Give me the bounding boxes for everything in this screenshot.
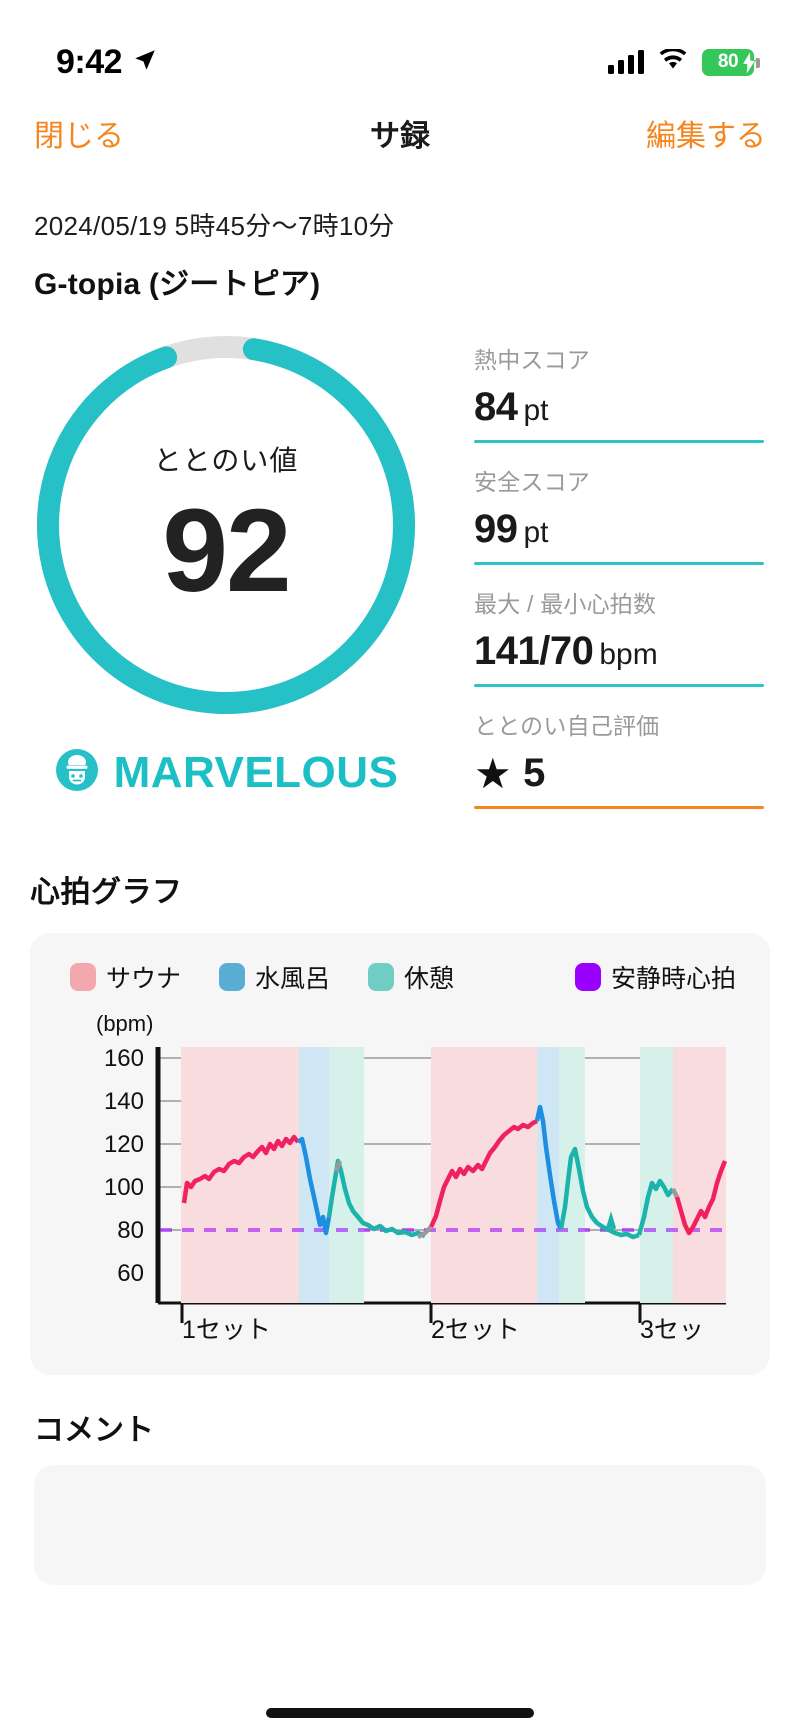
legend-swatch-rest <box>368 963 395 991</box>
comment-section-title: コメント <box>34 1414 154 1447</box>
edit-button[interactable]: 編集する <box>640 107 772 159</box>
legend-label: サウナ <box>106 965 182 993</box>
legend-label: 休憩 <box>404 965 455 993</box>
stat-underline <box>474 684 764 687</box>
venue-name: G-topia (ジートピア) <box>34 268 321 301</box>
svg-text:100: 100 <box>104 1174 144 1201</box>
stat-label: 安全スコア <box>474 469 590 495</box>
legend-item-sauna: サウナ <box>70 959 181 995</box>
heart-rate-plot-svg: (bpm) 160 140 120 100 80 60 1セット 2セット 3セ… <box>96 1011 728 1341</box>
stat-unit: bpm <box>599 638 658 671</box>
stat-underline <box>474 806 764 809</box>
stat-underline <box>474 562 764 565</box>
stat-value: 141/70 bpm <box>474 629 764 674</box>
gauge-value: 92 <box>162 484 291 617</box>
rank-row: MARVELOUS <box>54 747 399 798</box>
stats-column: 熱中スコア 84 pt 安全スコア 99 pt 最大 / 最小心拍数 141/70 b… <box>452 325 800 829</box>
band-rest-set3 <box>640 1047 673 1303</box>
svg-text:140: 140 <box>104 1088 144 1115</box>
stat-safety-score: 安全スコア 99 pt <box>474 463 764 565</box>
legend-label: 安静時心拍 <box>610 965 736 993</box>
hr-trace-blip-1 <box>605 1211 617 1230</box>
chart-legend: サウナ 水風呂 休憩 安静時心拍 <box>48 959 752 995</box>
close-button[interactable]: 閉じる <box>28 107 130 159</box>
navigation-bar: 閉じる サ録 編集する <box>0 96 800 170</box>
legend-item-resting-hr: 安静時心拍 <box>574 959 736 995</box>
legend-label: 水風呂 <box>255 965 331 993</box>
battery-indicator: 80 <box>702 48 760 76</box>
svg-text:80: 80 <box>117 1217 144 1244</box>
x-tick-label-1: 1セット <box>182 1316 271 1341</box>
legend-item-rest: 休憩 <box>368 959 454 995</box>
svg-text:60: 60 <box>117 1260 144 1287</box>
y-tick-labels: 160 140 120 100 80 60 <box>104 1045 144 1287</box>
stat-self-rating: ととのい自己評価 ★ 5 <box>474 707 764 809</box>
stat-value: ★ 5 <box>474 751 764 796</box>
wifi-icon <box>658 47 688 76</box>
cellular-signal-icon <box>608 50 644 74</box>
session-header: 2024/05/19 5時45分〜7時10分 G-topia (ジートピア) <box>0 170 800 303</box>
chart-plot: (bpm) 160 140 120 100 80 60 1セット 2セット 3セ… <box>48 1011 752 1341</box>
stat-unit: pt <box>523 394 549 427</box>
y-axis-unit: (bpm) <box>96 1011 153 1036</box>
heart-rate-chart-section: 心拍グラフ サウナ 水風呂 休憩 安静時心拍 (bpm) 160 140 120… <box>0 829 800 1375</box>
stat-label: 熱中スコア <box>474 347 590 373</box>
stat-label: 最大 / 最小心拍数 <box>474 591 657 617</box>
legend-item-cold-bath: 水風呂 <box>219 959 330 995</box>
stat-heart-rate-range: 最大 / 最小心拍数 141/70 bpm <box>474 585 764 687</box>
x-tick-label-3: 3セッ <box>640 1316 704 1341</box>
svg-text:160: 160 <box>104 1045 144 1072</box>
stat-number: 5 <box>523 751 545 795</box>
svg-text:120: 120 <box>104 1131 144 1158</box>
x-tick-labels: 1セット 2セット 3セッ <box>182 1316 704 1341</box>
legend-swatch-sauna <box>70 963 96 991</box>
gauge-column: ととのい値 92 MARVELOUS <box>0 325 452 829</box>
status-bar-right: 80 <box>608 47 760 76</box>
stat-number: 99 <box>474 507 518 551</box>
gauge-center-text: ととのい値 92 <box>26 325 426 725</box>
band-cold-set1 <box>299 1047 329 1303</box>
band-sauna-set2 <box>431 1047 537 1303</box>
screen-root: 9:42 80 閉じる サ録 編集する 2024/05/19 5時45分〜7時1… <box>0 0 800 1732</box>
stat-value: 84 pt <box>474 385 764 430</box>
sauna-hat-badge-icon <box>54 747 100 798</box>
location-arrow-icon <box>132 47 158 78</box>
chart-card: サウナ 水風呂 休憩 安静時心拍 (bpm) 160 140 120 100 8… <box>30 933 770 1375</box>
stat-unit: pt <box>523 516 549 549</box>
stat-heat-score: 熱中スコア 84 pt <box>474 341 764 443</box>
comment-box[interactable] <box>34 1465 766 1585</box>
comment-section: コメント <box>0 1375 800 1585</box>
stat-label: ととのい自己評価 <box>474 713 660 739</box>
band-sauna-set1 <box>181 1047 299 1303</box>
stat-underline <box>474 440 764 443</box>
gauge-label: ととのい値 <box>153 444 299 476</box>
x-tick-label-2: 2セット <box>431 1316 520 1341</box>
battery-percent: 80 <box>717 51 739 72</box>
legend-swatch-cold-bath <box>219 963 246 991</box>
legend-swatch-resting-hr <box>574 963 601 991</box>
star-icon: ★ <box>474 749 512 797</box>
totonoi-gauge: ととのい値 92 <box>26 325 426 725</box>
summary-section: ととのい値 92 MARVELOUS 熱中スコア 84 pt 安全スコア 99 … <box>0 303 800 829</box>
stat-number: 84 <box>474 385 518 429</box>
status-bar-left: 9:42 <box>56 43 158 82</box>
status-time: 9:42 <box>56 42 123 81</box>
stat-value: 99 pt <box>474 507 764 552</box>
rank-label: MARVELOUS <box>113 747 399 797</box>
status-bar: 9:42 80 <box>0 0 800 96</box>
home-indicator <box>266 1708 534 1718</box>
session-date-range: 2024/05/19 5時45分〜7時10分 <box>34 211 395 241</box>
charging-bolt-icon <box>741 49 757 80</box>
stat-number: 141/70 <box>474 629 594 673</box>
chart-section-title: 心拍グラフ <box>30 876 183 909</box>
